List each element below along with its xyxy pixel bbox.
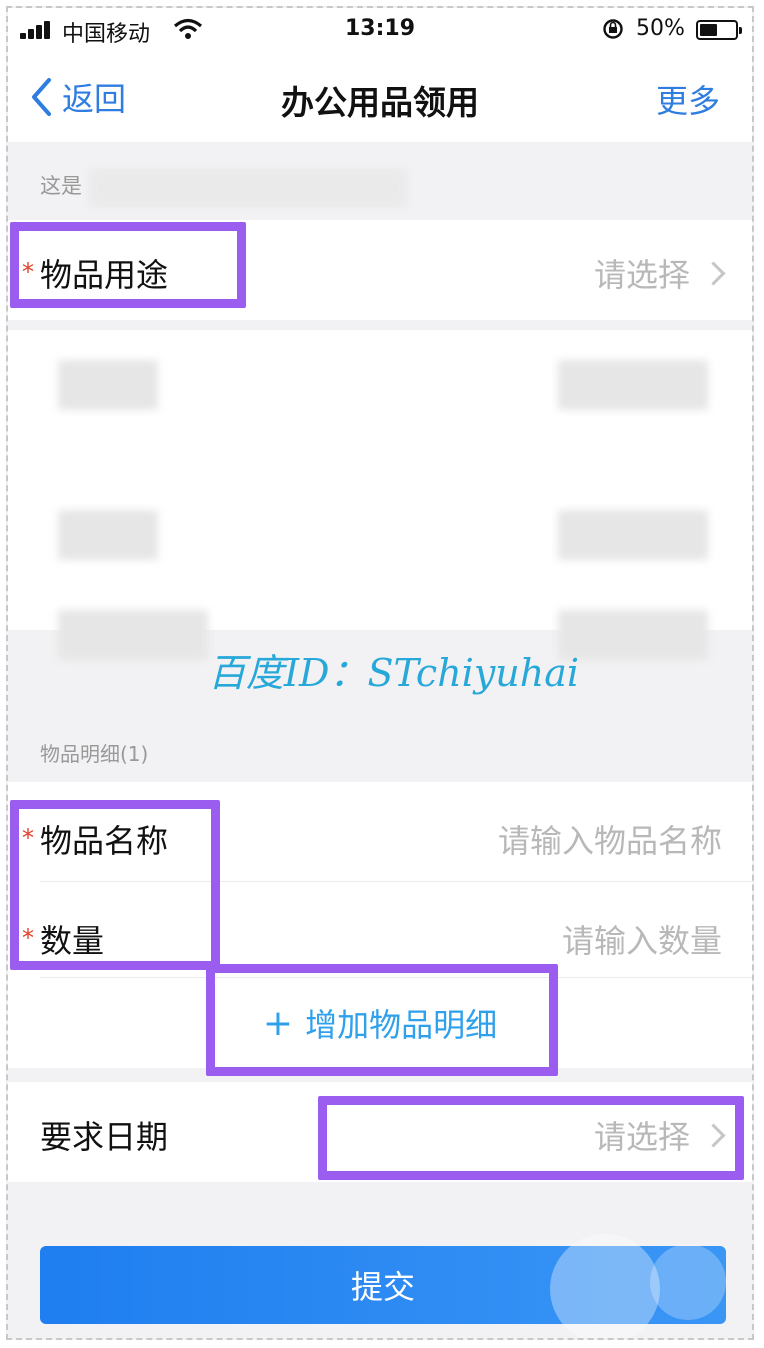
phone-screen: 中国移动 13:19 50% 返回 办公用品领用 更多 这是 * 物品用途 请选… <box>6 6 754 1340</box>
blurred-label <box>58 510 158 560</box>
detail-section-title: 物品明细(1) <box>40 742 149 766</box>
more-button[interactable]: 更多 <box>656 76 720 122</box>
battery-icon <box>696 20 742 40</box>
orientation-lock-icon <box>603 19 623 39</box>
blurred-value <box>558 510 708 560</box>
highlight-box <box>206 964 558 1076</box>
required-date-label: 要求日期 <box>40 1118 169 1156</box>
blurred-label <box>58 360 158 410</box>
purpose-select[interactable]: 请选择 <box>594 250 690 296</box>
submit-label: 提交 <box>350 1268 415 1306</box>
watermark-text: 百度ID：STchiyuhai <box>208 651 580 695</box>
touch-overlay <box>550 1234 660 1338</box>
highlight-box <box>10 800 220 970</box>
chevron-right-icon <box>701 261 726 286</box>
form-hint-text: 这是 <box>40 174 82 198</box>
highlight-box <box>318 1096 744 1180</box>
touch-overlay <box>650 1244 726 1320</box>
status-bar: 中国移动 13:19 50% <box>8 8 752 52</box>
blurred-label <box>58 610 208 660</box>
quantity-input[interactable]: 请输入数量 <box>562 916 722 962</box>
item-name-input[interactable]: 请输入物品名称 <box>498 816 722 862</box>
blurred-text <box>88 168 408 208</box>
blurred-value <box>558 360 708 410</box>
battery-percent: 50% <box>636 16 685 41</box>
nav-bar: 返回 办公用品领用 更多 <box>8 52 752 142</box>
blurred-fields <box>8 330 752 660</box>
highlight-box <box>10 222 246 308</box>
blurred-value <box>558 610 708 660</box>
submit-button[interactable]: 提交 <box>40 1234 726 1338</box>
page-title: 办公用品领用 <box>281 83 479 122</box>
